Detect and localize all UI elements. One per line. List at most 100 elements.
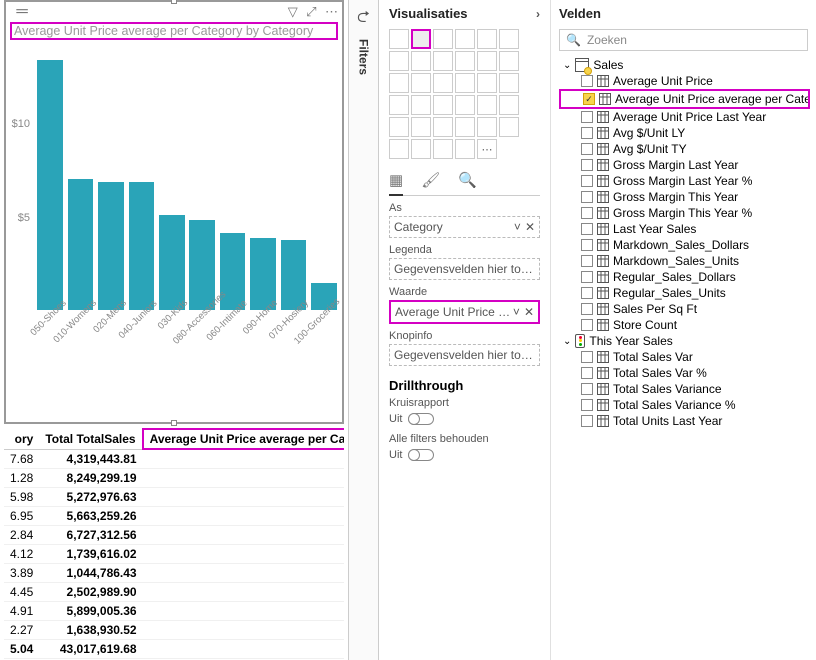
vis-type-icon[interactable]	[411, 117, 431, 137]
vis-type-icon[interactable]	[499, 51, 519, 71]
remove-icon[interactable]: ✕	[525, 220, 535, 234]
vis-type-icon[interactable]	[433, 29, 453, 49]
field-item[interactable]: Avg $/Unit LY	[559, 125, 816, 141]
bar[interactable]	[36, 60, 64, 310]
vis-type-icon[interactable]	[499, 29, 519, 49]
expand-icon[interactable]: ⮌	[357, 6, 370, 33]
grip-icon[interactable]: ═	[10, 3, 34, 21]
vis-type-icon[interactable]	[433, 139, 453, 159]
vis-type-icon[interactable]	[499, 73, 519, 93]
table-row[interactable]: 1.288,249,299.19$7.10	[4, 469, 344, 488]
field-item[interactable]: Gross Margin Last Year %	[559, 173, 816, 189]
field-item[interactable]: Markdown_Sales_Units	[559, 253, 816, 269]
resize-handle-bottom[interactable]	[171, 420, 177, 426]
vis-type-icon[interactable]	[455, 117, 475, 137]
table-node-sales[interactable]: ⌄ Sales	[559, 57, 816, 73]
keepall-toggle[interactable]: Uit	[389, 449, 540, 461]
vis-type-icon[interactable]	[477, 95, 497, 115]
field-item[interactable]: Total Sales Variance	[559, 381, 816, 397]
table-row[interactable]: 7.684,319,443.81$7.29	[4, 449, 344, 469]
vis-type-icon[interactable]	[499, 117, 519, 137]
vis-type-icon[interactable]: ⋯	[477, 139, 497, 159]
col-total-sales[interactable]: Total TotalSales	[39, 429, 142, 449]
vis-type-icon[interactable]	[411, 139, 431, 159]
bar[interactable]	[97, 182, 125, 310]
analytics-tab-icon[interactable]: 🔍	[458, 171, 477, 189]
checkbox[interactable]	[581, 271, 593, 283]
vis-type-icon[interactable]	[389, 117, 409, 137]
field-item[interactable]: Sales Per Sq Ft	[559, 301, 816, 317]
field-item[interactable]: Average Unit Price Last Year	[559, 109, 816, 125]
vis-type-icon[interactable]	[389, 95, 409, 115]
field-item[interactable]: Regular_Sales_Units	[559, 285, 816, 301]
tooltip-well[interactable]: Gegevensvelden hier toe...	[389, 344, 540, 366]
visualization-picker[interactable]: ⋯	[389, 29, 540, 159]
checkbox[interactable]	[581, 223, 593, 235]
vis-type-icon[interactable]	[389, 139, 409, 159]
chevron-down-icon[interactable]: ˅	[513, 305, 520, 319]
chart-visual[interactable]: ═ ▽ ⤢ ⋯ Average Unit Price average per C…	[4, 0, 344, 424]
field-item[interactable]: ✓ Average Unit Price average per Cate...	[559, 89, 810, 109]
checkbox[interactable]	[581, 383, 593, 395]
checkbox[interactable]: ✓	[583, 93, 595, 105]
vis-type-icon[interactable]	[477, 117, 497, 137]
field-item[interactable]: Regular_Sales_Dollars	[559, 269, 816, 285]
vis-type-icon[interactable]	[477, 51, 497, 71]
checkbox[interactable]	[581, 303, 593, 315]
vis-type-icon[interactable]	[455, 139, 475, 159]
field-item[interactable]: Average Unit Price	[559, 73, 816, 89]
vis-type-icon[interactable]	[455, 51, 475, 71]
remove-icon[interactable]: ✕	[524, 305, 534, 319]
bar[interactable]	[127, 182, 155, 310]
vis-type-icon[interactable]	[389, 51, 409, 71]
checkbox[interactable]	[581, 175, 593, 187]
field-item[interactable]: Gross Margin This Year %	[559, 205, 816, 221]
checkbox[interactable]	[581, 75, 593, 87]
field-item[interactable]: Total Sales Var	[559, 349, 816, 365]
field-item[interactable]: Gross Margin This Year	[559, 189, 816, 205]
value-well[interactable]: Average Unit Price avera ˅ ✕	[389, 300, 540, 324]
field-item[interactable]: Total Sales Var %	[559, 365, 816, 381]
checkbox[interactable]	[581, 159, 593, 171]
vis-type-icon[interactable]	[411, 29, 431, 49]
checkbox[interactable]	[581, 351, 593, 363]
chevron-down-icon[interactable]: ˅	[514, 220, 521, 234]
more-icon[interactable]: ⋯	[325, 4, 338, 19]
table-row[interactable]: 4.121,739,616.02$4.29	[4, 545, 344, 564]
vis-type-icon[interactable]	[499, 95, 519, 115]
table-row[interactable]: 6.955,663,259.26$7.00	[4, 507, 344, 526]
chevron-right-icon[interactable]: ›	[536, 7, 540, 21]
fields-tree[interactable]: ⌄ Sales Average Unit Price ✓ Average Uni…	[559, 57, 816, 429]
table-row[interactable]: 3.891,044,786.43$3.66	[4, 564, 344, 583]
field-item[interactable]: Markdown_Sales_Dollars	[559, 237, 816, 253]
vis-type-icon[interactable]	[477, 29, 497, 49]
col-avg-unit-price[interactable]: Average Unit Price average per Category	[143, 429, 344, 449]
crossreport-toggle[interactable]: Uit	[389, 413, 540, 425]
checkbox[interactable]	[581, 191, 593, 203]
field-item[interactable]: Gross Margin Last Year	[559, 157, 816, 173]
resize-handle-top[interactable]	[171, 0, 177, 4]
vis-type-icon[interactable]	[389, 29, 409, 49]
vis-type-icon[interactable]	[433, 73, 453, 93]
checkbox[interactable]	[581, 367, 593, 379]
vis-type-icon[interactable]	[433, 117, 453, 137]
axis-well[interactable]: Category ˅ ✕	[389, 216, 540, 238]
format-tab-icon[interactable]: 🖌	[421, 171, 440, 189]
vis-type-icon[interactable]	[455, 29, 475, 49]
checkbox[interactable]	[581, 239, 593, 251]
vis-type-icon[interactable]	[411, 73, 431, 93]
col-category[interactable]: ory	[4, 429, 39, 449]
focus-icon[interactable]: ⤢	[306, 4, 316, 19]
vis-type-icon[interactable]	[433, 95, 453, 115]
field-item[interactable]: Total Sales Variance %	[559, 397, 816, 413]
table-row[interactable]: 4.452,502,989.90$4.88	[4, 583, 344, 602]
vis-type-icon[interactable]	[477, 73, 497, 93]
checkbox[interactable]	[581, 255, 593, 267]
format-tabs[interactable]: ▦ 🖌 🔍	[389, 169, 540, 196]
table-row[interactable]: 4.915,899,005.36$3.92	[4, 602, 344, 621]
checkbox[interactable]	[581, 415, 593, 427]
table-row[interactable]: 2.271,638,930.52$1.47	[4, 621, 344, 640]
fields-tab-icon[interactable]: ▦	[389, 171, 403, 196]
checkbox[interactable]	[581, 143, 593, 155]
vis-type-icon[interactable]	[389, 73, 409, 93]
